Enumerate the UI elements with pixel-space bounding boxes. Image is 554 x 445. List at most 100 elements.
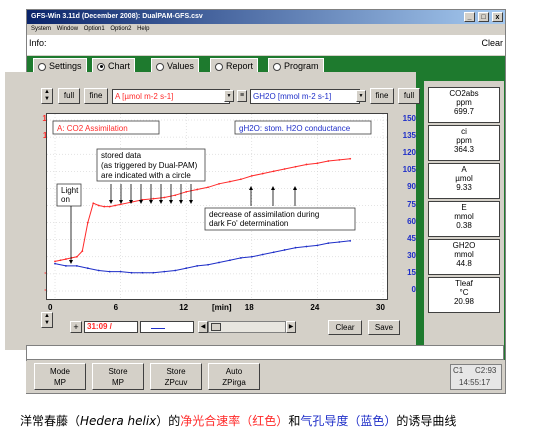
menu-help[interactable]: Help — [137, 26, 149, 32]
x-tick-label: 12 — [179, 303, 189, 312]
assimilation-point — [81, 250, 84, 253]
assimilation-point — [59, 259, 62, 262]
readout-line: GH2O — [452, 241, 476, 250]
chart-save-button[interactable]: Save — [368, 320, 400, 335]
readout-line: mmol — [454, 212, 474, 221]
assimilation-point — [305, 163, 308, 166]
chart-area: A: CO2 Assimilation gH2O: stom. H2O condu… — [46, 113, 388, 300]
mode-mp-button[interactable]: Mode MP — [34, 363, 86, 390]
readout-line: °C — [459, 288, 469, 297]
annotation-arrowhead — [249, 186, 253, 190]
conductance-point — [141, 271, 144, 274]
store-zpcuv-button[interactable]: Store ZPcuv — [150, 363, 202, 390]
store-mp-button[interactable]: Store MP — [92, 363, 144, 390]
status-c1: C1 — [453, 366, 464, 375]
tab-chart[interactable]: Chart — [92, 58, 136, 73]
tab-program[interactable]: Program — [268, 58, 324, 72]
x-tick-label: 18 — [244, 303, 254, 312]
annotation-arrowhead — [271, 186, 275, 190]
readout-box: Aµmol 9.33 — [428, 163, 500, 199]
annotation-stored-text: are indicated with a circle — [101, 171, 191, 180]
menu-option1[interactable]: Option1 — [84, 26, 105, 32]
assimilation-point — [114, 204, 117, 207]
conductance-point — [283, 249, 286, 251]
menu-bar: System Window Option1 Option2 Help — [27, 24, 505, 34]
plus-button[interactable]: + — [70, 321, 82, 333]
conductance-point — [152, 271, 155, 274]
scrollbar-thumb[interactable] — [211, 323, 221, 331]
assimilation-point — [283, 168, 286, 170]
readout-line: CO2abs — [449, 89, 479, 98]
left-fine-button[interactable]: fine — [84, 88, 108, 104]
annotation-arrowhead — [159, 200, 163, 204]
conductance-point — [338, 241, 341, 243]
right-full-button[interactable]: full — [398, 88, 420, 104]
readout-line: 364.3 — [453, 145, 475, 154]
left-scale-stepper[interactable]: ▲ ▼ — [41, 88, 53, 104]
info-label: Info: — [29, 38, 47, 48]
y-right-tick-label: 45 — [407, 233, 416, 243]
maximize-button[interactable]: □ — [478, 12, 490, 22]
chevron-down-icon[interactable]: ▼ — [356, 90, 366, 102]
conductance-point — [108, 270, 111, 273]
y-right-tick-label: 30 — [407, 250, 416, 260]
scroll-left-button[interactable]: ◀ — [198, 321, 208, 333]
assimilation-point — [92, 202, 95, 205]
readout-line: Tleaf — [455, 279, 473, 288]
assimilation-point — [163, 196, 166, 199]
assimilation-point — [250, 174, 253, 177]
info-clear-button[interactable]: Clear — [481, 38, 503, 48]
tab-values[interactable]: Values — [151, 58, 199, 72]
chevron-down-icon[interactable]: ▼ — [224, 90, 234, 102]
auto-zpirga-button[interactable]: Auto ZPirga — [208, 363, 260, 390]
left-offset-stepper[interactable]: ▲ ▼ — [41, 312, 53, 328]
radio-selected-icon — [97, 62, 105, 71]
radio-icon — [273, 62, 281, 71]
readout-box: Tleaf °C 20.98 — [428, 277, 500, 313]
window-title: GFS-Win 3.11d (December 2008): DualPAM-G… — [31, 13, 203, 20]
conductance-point — [261, 253, 264, 256]
info-bar: Info: Clear — [27, 35, 505, 55]
conductance-point — [65, 265, 67, 267]
scroll-right-button[interactable]: ▶ — [286, 321, 296, 333]
tab-settings[interactable]: Settings — [33, 58, 87, 72]
conductance-point — [207, 263, 209, 266]
right-fine-button[interactable]: fine — [370, 88, 394, 104]
legend-conductance: gH2O: stom. H2O conductance — [239, 124, 351, 133]
chart-clear-button[interactable]: Clear — [328, 320, 362, 335]
time-scrollbar[interactable] — [208, 321, 286, 333]
status-c2: C2:93 — [475, 366, 497, 375]
conductance-point — [174, 269, 177, 272]
readout-line: µmol — [455, 174, 473, 183]
annotation-arrowhead — [189, 200, 193, 204]
x-tick-label: 24 — [310, 303, 320, 312]
left-full-button[interactable]: full — [58, 88, 80, 104]
conductance-point — [75, 265, 78, 267]
menu-window[interactable]: Window — [57, 26, 78, 32]
x-tick-label: 6 — [113, 303, 119, 312]
readout-line: 699.7 — [453, 107, 475, 116]
annotation-arrowhead — [119, 200, 123, 204]
title-bar: GFS-Win 3.11d (December 2008): DualPAM-G… — [27, 10, 505, 24]
menu-option2[interactable]: Option2 — [110, 26, 131, 32]
annotation-decrease-text: decrease of assimilation during — [209, 210, 319, 219]
close-button[interactable]: x — [492, 12, 503, 22]
x-tick-label: 0 — [48, 303, 53, 312]
minimize-button[interactable]: _ — [464, 12, 476, 22]
y-right-tick-label: 90 — [407, 182, 416, 192]
conductance-point — [97, 269, 100, 272]
readout-line: E — [461, 203, 467, 212]
annotation-arrowhead — [179, 200, 183, 204]
assimilation-point — [272, 170, 275, 173]
conductance-point — [163, 270, 166, 273]
assimilation-point — [218, 182, 220, 185]
swap-icon[interactable]: ≡ — [237, 90, 247, 102]
tab-report[interactable]: Report — [210, 58, 259, 72]
right-parameter-select[interactable]: GH2O [mmol m-2 s-1] — [250, 89, 360, 104]
y-right-tick-label: 0 — [411, 285, 416, 294]
left-parameter-select[interactable]: A [µmol m-2 s-1] — [112, 89, 230, 104]
legend-assimilation: A: CO2 Assimilation — [57, 124, 128, 133]
y-right-tick-label: 15 — [407, 267, 416, 277]
menu-system[interactable]: System — [31, 26, 51, 32]
assimilation-point — [316, 162, 319, 165]
